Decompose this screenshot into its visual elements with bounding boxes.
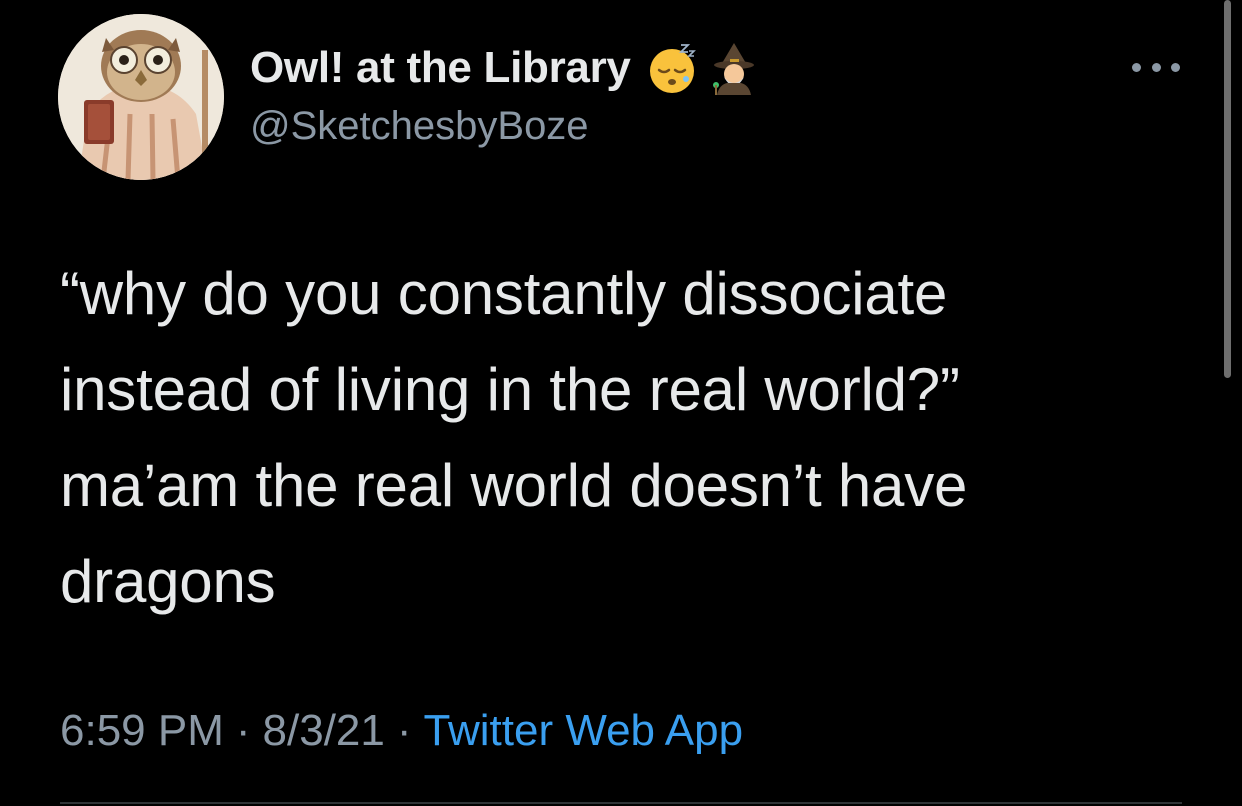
sleeping-face-emoji-icon <box>645 41 699 95</box>
mage-emoji-icon <box>707 41 761 95</box>
tweet: Owl! at the Library @SketchesbyBoze “why… <box>0 0 1242 806</box>
tweet-time[interactable]: 6:59 PM <box>60 706 224 755</box>
author-name-row: Owl! at the Library <box>250 38 761 98</box>
avatar[interactable] <box>58 14 224 180</box>
owl-avatar-image <box>58 14 224 180</box>
author-handle[interactable]: @SketchesbyBoze <box>250 104 589 149</box>
divider <box>60 802 1182 804</box>
more-dot <box>1132 62 1141 72</box>
more-dot <box>1151 62 1161 72</box>
author-display-name[interactable]: Owl! at the Library <box>250 43 631 93</box>
more-dot <box>1171 62 1180 72</box>
tweet-source-link[interactable]: Twitter Web App <box>424 706 744 755</box>
meta-separator: · <box>235 706 251 755</box>
tweet-date[interactable]: 8/3/21 <box>263 706 385 755</box>
tweet-metadata: 6:59 PM · 8/3/21 · Twitter Web App <box>60 706 743 756</box>
scrollbar[interactable] <box>1224 0 1231 378</box>
meta-separator: · <box>396 706 412 755</box>
tweet-text: “why do you constantly dissociate instea… <box>60 260 968 615</box>
more-options-icon[interactable] <box>1132 55 1180 79</box>
